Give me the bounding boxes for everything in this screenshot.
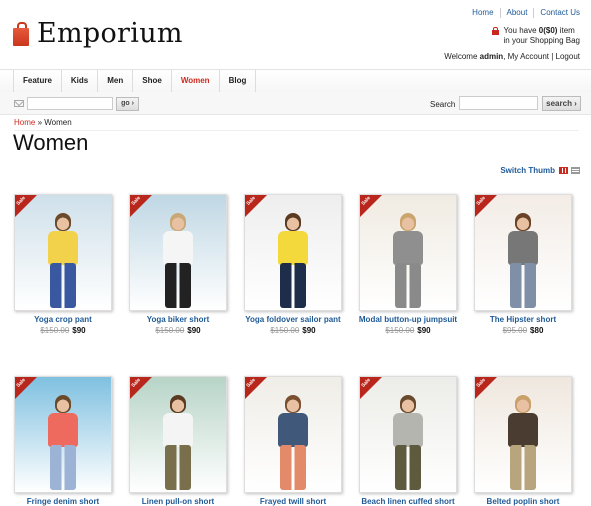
brand-logo[interactable]: Emporium <box>13 18 183 49</box>
model-figure <box>43 213 83 308</box>
shopping-bag-icon <box>13 21 29 46</box>
original-price: $150.00 <box>270 326 300 335</box>
product-name[interactable]: Fringe denim short <box>27 497 99 506</box>
main-nav: Feature Kids Men Shoe Women Blog <box>0 69 591 93</box>
lock-icon <box>491 27 499 35</box>
product-card[interactable]: Sale Modal button-up jumpsuit $150.00 $90 <box>358 194 458 335</box>
list-view-icon[interactable] <box>571 167 580 174</box>
search-button[interactable]: search › <box>542 96 581 111</box>
product-image[interactable]: Sale <box>244 376 342 493</box>
sale-price: $90 <box>302 326 316 335</box>
newsletter-input[interactable] <box>27 97 113 110</box>
nav-item-feature[interactable]: Feature <box>13 70 61 92</box>
username: admin <box>479 52 504 61</box>
product-card[interactable]: Sale Yoga biker short $150.00 $90 <box>128 194 228 335</box>
search-label: Search <box>430 100 456 109</box>
product-price-row: $150.00 $90 <box>358 326 458 335</box>
toplink-about[interactable]: About <box>499 8 534 18</box>
product-name[interactable]: Belted poplin short <box>487 497 560 506</box>
product-name[interactable]: Yoga foldover sailor pant <box>245 315 340 324</box>
product-price-row: $150.00 $90 <box>243 326 343 335</box>
product-image[interactable]: Sale <box>359 194 457 311</box>
divider <box>14 130 579 131</box>
sale-price: $90 <box>187 326 201 335</box>
product-image[interactable]: Sale <box>14 376 112 493</box>
top-links: Home About Contact Us <box>466 8 580 18</box>
model-figure <box>158 213 198 308</box>
product-name[interactable]: Yoga crop pant <box>34 315 92 324</box>
cart-count: 0($0) <box>538 26 558 35</box>
product-name[interactable]: Yoga biker short <box>147 315 210 324</box>
product-card[interactable]: Sale Yoga crop pant $150.00 $90 <box>13 194 113 335</box>
product-image[interactable]: Sale <box>14 194 112 311</box>
product-image[interactable]: Sale <box>474 194 572 311</box>
product-card[interactable]: Sale Yoga foldover sailor pant $150.00 $9… <box>243 194 343 335</box>
product-name[interactable]: Frayed twill short <box>260 497 326 506</box>
grid-view-icon[interactable] <box>559 167 568 174</box>
model-figure <box>388 395 428 490</box>
original-price: $150.00 <box>385 326 415 335</box>
product-price-row: $150.00 $90 <box>13 326 113 335</box>
logout-link[interactable]: Logout <box>556 52 580 61</box>
product-card[interactable]: Sale Frayed twill short <box>243 376 343 506</box>
product-image[interactable]: Sale <box>359 376 457 493</box>
newsletter-go-button[interactable]: go › <box>116 97 139 111</box>
model-figure <box>388 213 428 308</box>
model-figure <box>503 213 543 308</box>
product-image[interactable]: Sale <box>474 376 572 493</box>
sale-price: $90 <box>72 326 86 335</box>
nav-item-kids[interactable]: Kids <box>60 70 97 92</box>
welcome-text: Welcome <box>444 52 480 61</box>
model-figure <box>503 395 543 490</box>
product-name[interactable]: The Hipster short <box>490 315 556 324</box>
nav-item-women[interactable]: Women <box>170 70 219 92</box>
switch-thumb[interactable]: Switch Thumb <box>500 166 580 175</box>
product-card[interactable]: Sale Belted poplin short <box>473 376 573 506</box>
nav-item-blog[interactable]: Blog <box>218 70 257 92</box>
switch-thumb-link[interactable]: Switch Thumb <box>500 166 555 175</box>
model-figure <box>273 213 313 308</box>
my-account-link[interactable]: My Account <box>508 52 549 61</box>
toplink-contact[interactable]: Contact Us <box>533 8 580 18</box>
original-price: $150.00 <box>155 326 185 335</box>
toplink-home[interactable]: Home <box>466 8 499 18</box>
search-input[interactable] <box>459 96 538 110</box>
model-figure <box>43 395 83 490</box>
product-card[interactable]: Sale Beach linen cuffed short <box>358 376 458 506</box>
cart-text-post: item <box>557 26 575 35</box>
product-price-row: $95.00 $80 <box>473 326 573 335</box>
cart-text-line2: in your Shopping Bag <box>503 36 581 45</box>
product-image[interactable]: Sale <box>244 194 342 311</box>
search-bar: go › Search search › <box>0 92 591 115</box>
breadcrumb: Home » Women <box>14 118 72 127</box>
original-price: $150.00 <box>40 326 70 335</box>
product-card[interactable]: Sale Linen pull-on short <box>128 376 228 506</box>
breadcrumb-current: Women <box>44 118 72 127</box>
cart-text-pre: You have <box>503 26 539 35</box>
nav-item-shoe[interactable]: Shoe <box>132 70 171 92</box>
sale-price: $80 <box>530 326 544 335</box>
breadcrumb-sep: » <box>35 118 45 127</box>
product-image[interactable]: Sale <box>129 194 227 311</box>
model-figure <box>158 395 198 490</box>
product-price-row: $150.00 $90 <box>128 326 228 335</box>
page-title: Women <box>13 130 89 155</box>
product-name[interactable]: Beach linen cuffed short <box>361 497 454 506</box>
nav-item-men[interactable]: Men <box>97 70 132 92</box>
breadcrumb-home[interactable]: Home <box>14 118 35 127</box>
cart-summary[interactable]: You have 0($0) item in your Shopping Bag <box>491 26 581 46</box>
product-card[interactable]: Sale Fringe denim short <box>13 376 113 506</box>
product-card[interactable]: Sale The Hipster short $95.00 $80 <box>473 194 573 335</box>
model-figure <box>273 395 313 490</box>
welcome-bar: Welcome admin, My Account | Logout <box>444 52 580 61</box>
product-name[interactable]: Linen pull-on short <box>142 497 214 506</box>
original-price: $95.00 <box>502 326 528 335</box>
product-name[interactable]: Modal button-up jumpsuit <box>359 315 457 324</box>
brand-name: Emporium <box>37 18 183 49</box>
envelope-icon <box>14 100 24 107</box>
product-image[interactable]: Sale <box>129 376 227 493</box>
sale-price: $90 <box>417 326 431 335</box>
